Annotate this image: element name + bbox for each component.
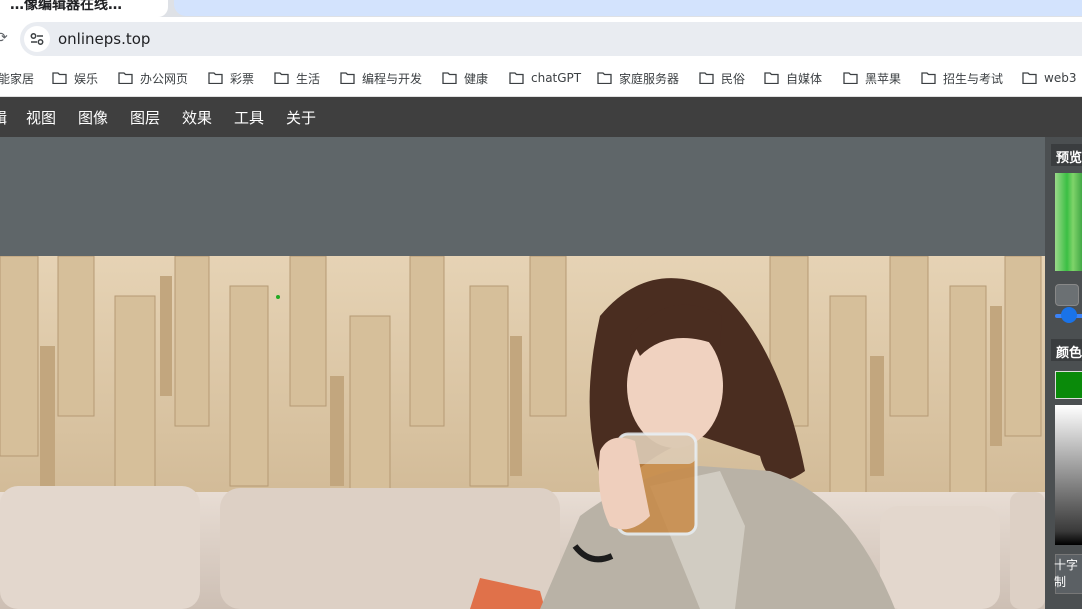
bookmark-label: 能家居: [0, 71, 35, 86]
bookmark-folder-health[interactable]: 健康: [442, 68, 488, 88]
preview-zoom-slider-handle[interactable]: [1061, 307, 1077, 323]
bookmark-folder-chatgpt[interactable]: chatGPT: [509, 68, 581, 88]
color-picker-gradient[interactable]: [1055, 405, 1082, 545]
bookmark-folder-folklore[interactable]: 民俗: [699, 68, 745, 88]
preview-panel-header[interactable]: 预览: [1051, 144, 1082, 166]
active-tab-title: …像编辑器在线…: [10, 0, 122, 13]
bookmark-label: 彩票: [230, 71, 255, 86]
bookmark-folder-self-media[interactable]: 自媒体: [764, 68, 822, 88]
bookmark-folder-hackintosh[interactable]: 黑苹果: [843, 68, 901, 88]
bookmark-label: 健康: [464, 71, 489, 86]
preview-panel-title: 预览: [1056, 151, 1082, 166]
bookmark-label: 自媒体: [786, 71, 823, 86]
folder-icon: [509, 72, 524, 84]
color-panel-title: 颜色: [1056, 346, 1082, 361]
menu-view[interactable]: 视图: [26, 107, 56, 128]
canvas-workspace[interactable]: [0, 137, 1045, 609]
address-bar-row: ⟳ onlineps.top: [0, 17, 1082, 62]
folder-icon: [764, 72, 779, 84]
next-tab[interactable]: [174, 0, 1082, 16]
menu-edit[interactable]: 辑: [0, 107, 7, 128]
menu-effects[interactable]: 效果: [182, 107, 212, 128]
app-menubar: 辑 视图 图像 图层 效果 工具 关于: [0, 97, 1082, 137]
bookmark-label: 黑苹果: [865, 71, 902, 86]
folder-icon: [699, 72, 714, 84]
tab-strip: …像编辑器在线…: [0, 0, 1082, 17]
folder-icon: [52, 72, 67, 84]
bookmark-folder-admissions[interactable]: 招生与考试: [921, 68, 1003, 88]
preview-thumbnail[interactable]: [1055, 173, 1082, 271]
folder-icon: [340, 72, 355, 84]
menu-tools[interactable]: 工具: [234, 107, 264, 128]
url-text[interactable]: onlineps.top: [58, 30, 150, 48]
folder-icon: [921, 72, 936, 84]
bookmarks-bar: 能家居 娱乐 办公网页 彩票 生活 编程与开发 健康 chatGPT 家庭服务器…: [0, 62, 1082, 97]
bookmark-folder-life[interactable]: 生活: [274, 68, 320, 88]
bookmark-label: chatGPT: [531, 71, 582, 85]
preview-zoom-button[interactable]: [1055, 284, 1079, 306]
bookmark-folder-entertainment[interactable]: 娱乐: [52, 68, 98, 88]
site-info-icon[interactable]: [24, 26, 50, 52]
bookmark-folder-web3[interactable]: web3: [1022, 68, 1076, 88]
photo-illustration: [0, 256, 1045, 609]
bookmark-folder-home-server[interactable]: 家庭服务器: [597, 68, 679, 88]
folder-icon: [1022, 72, 1037, 84]
bookmark-label: 招生与考试: [943, 71, 1004, 86]
color-panel-header[interactable]: 颜色: [1051, 339, 1082, 361]
folder-icon: [118, 72, 133, 84]
menu-image[interactable]: 图像: [78, 107, 108, 128]
bookmark-folder-office[interactable]: 办公网页: [118, 68, 188, 88]
folder-icon: [274, 72, 289, 84]
bookmark-folder-programming[interactable]: 编程与开发: [340, 68, 422, 88]
bookmark-folder-lottery[interactable]: 彩票: [208, 68, 254, 88]
folder-icon: [208, 72, 223, 84]
bookmark-label: 娱乐: [74, 71, 99, 86]
folder-icon: [843, 72, 858, 84]
omnibox[interactable]: onlineps.top: [20, 22, 1082, 56]
bookmark-label: 民俗: [721, 71, 746, 86]
right-side-panels: 预览 颜色 十字制: [1045, 137, 1082, 609]
bookmark-label: 办公网页: [140, 71, 189, 86]
folder-icon: [442, 72, 457, 84]
reload-icon[interactable]: ⟳: [0, 30, 8, 46]
menu-about[interactable]: 关于: [286, 107, 316, 128]
bookmark-smart-home[interactable]: 能家居: [0, 68, 34, 88]
crosshair-button-label: 十字制: [1054, 558, 1079, 589]
current-color-swatch[interactable]: [1055, 371, 1082, 399]
folder-icon: [597, 72, 612, 84]
bookmark-label: 编程与开发: [362, 71, 423, 86]
bookmark-label: web3: [1044, 71, 1077, 85]
canvas-image[interactable]: [0, 256, 1045, 609]
menu-layer[interactable]: 图层: [130, 107, 160, 128]
bookmark-label: 家庭服务器: [619, 71, 680, 86]
bookmark-label: 生活: [296, 71, 321, 86]
